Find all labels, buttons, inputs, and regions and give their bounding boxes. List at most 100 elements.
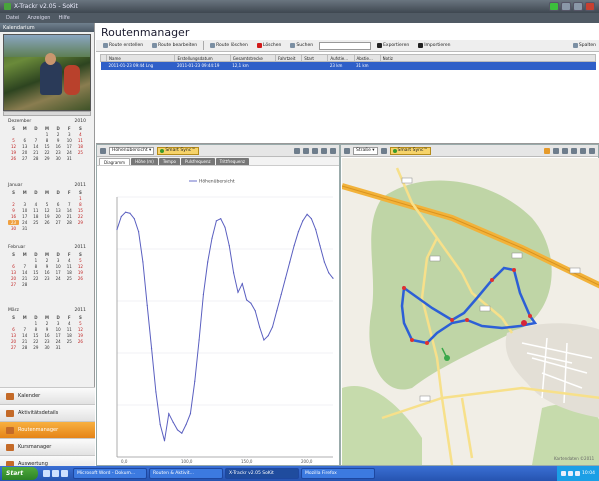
calendar-day[interactable]: 28: [64, 220, 75, 225]
calendar-day[interactable]: 9: [53, 138, 64, 143]
search-button[interactable]: Suchen: [287, 41, 316, 50]
calendar-day[interactable]: 27: [8, 345, 19, 350]
calendar-day[interactable]: 4: [75, 132, 86, 137]
calendar-day[interactable]: 30: [53, 156, 64, 161]
calendar-day[interactable]: 10: [64, 138, 75, 143]
calendar-day[interactable]: 17: [53, 270, 64, 275]
calendar-day[interactable]: 11: [64, 327, 75, 332]
calendar-year[interactable]: 2011: [75, 245, 86, 251]
calendar-day[interactable]: 14: [19, 333, 30, 338]
calendar-day[interactable]: 30: [8, 226, 19, 231]
calendar-day[interactable]: 11: [64, 264, 75, 269]
calendar-day[interactable]: 25: [30, 220, 41, 225]
calendar-day[interactable]: 10: [53, 264, 64, 269]
calendar-day[interactable]: 18: [75, 144, 86, 149]
calendar-day[interactable]: 31: [64, 156, 75, 161]
calendar-day[interactable]: 27: [53, 220, 64, 225]
calendar-day[interactable]: 5: [75, 258, 86, 263]
calendar-day[interactable]: 21: [19, 276, 30, 281]
calendar-month[interactable]: Dezember: [8, 119, 31, 125]
calendar-day[interactable]: 10: [19, 208, 30, 213]
calendar-day[interactable]: 21: [64, 214, 75, 219]
calendar-day[interactable]: 28: [30, 156, 41, 161]
calendar-day[interactable]: 4: [30, 202, 41, 207]
calendar-day[interactable]: 1: [41, 132, 52, 137]
calendar-day[interactable]: 5: [75, 321, 86, 326]
calendar-day[interactable]: 3: [19, 202, 30, 207]
calendar-day[interactable]: 14: [30, 144, 41, 149]
calendar-day[interactable]: 18: [64, 333, 75, 338]
column-header[interactable]: Aufstie...: [327, 54, 355, 62]
search-input[interactable]: [319, 41, 372, 50]
desktop-icon[interactable]: [43, 470, 50, 477]
columns-button[interactable]: Spalten: [570, 41, 599, 50]
close-icon[interactable]: [585, 2, 595, 11]
calendar-day[interactable]: 13: [8, 333, 19, 338]
calendar-day[interactable]: 10: [53, 327, 64, 332]
calendar-day[interactable]: 27: [19, 156, 30, 161]
zoom-out-icon[interactable]: [562, 147, 568, 154]
calendar-day[interactable]: 11: [75, 138, 86, 143]
calendar-day[interactable]: 5: [8, 138, 19, 143]
calendar-day[interactable]: 6: [53, 202, 64, 207]
column-header[interactable]: Abstie...: [353, 54, 381, 62]
expand-icon[interactable]: [330, 147, 336, 154]
column-header[interactable]: Erstellungsdatum: [174, 54, 231, 62]
calendar-day[interactable]: 13: [53, 208, 64, 213]
minimize-icon[interactable]: [561, 2, 571, 11]
calendar-day[interactable]: 7: [19, 264, 30, 269]
remove-route-button[interactable]: Route löschen: [207, 41, 251, 50]
menu-hilfe[interactable]: Hilfe: [58, 15, 69, 21]
calendar-day[interactable]: 25: [64, 276, 75, 281]
calendar-day[interactable]: 1: [30, 258, 41, 263]
calendar-day[interactable]: 6: [19, 138, 30, 143]
calendar-day[interactable]: 17: [64, 144, 75, 149]
print-icon[interactable]: [321, 147, 327, 154]
calendar-day[interactable]: 21: [19, 339, 30, 344]
column-header[interactable]: Fahrtzeit: [275, 54, 303, 62]
zoom-in-icon[interactable]: [553, 147, 559, 154]
delete-button[interactable]: Löschen: [254, 41, 284, 50]
calendar-month[interactable]: März: [8, 308, 19, 314]
column-header[interactable]: Name: [106, 54, 176, 62]
calendar-day[interactable]: 23: [53, 150, 64, 155]
calendar-day[interactable]: 21: [30, 150, 41, 155]
map-type-select[interactable]: Straße ▾: [353, 146, 378, 155]
calendar-day[interactable]: 15: [30, 333, 41, 338]
calendar-day[interactable]: 25: [75, 150, 86, 155]
calendar-day[interactable]: 28: [19, 282, 30, 287]
calendar-day[interactable]: 9: [41, 327, 52, 332]
calendar-day[interactable]: 23: [41, 339, 52, 344]
calendar-day[interactable]: 22: [75, 214, 86, 219]
calendar-day[interactable]: 29: [30, 345, 41, 350]
calendar-day[interactable]: 18: [64, 270, 75, 275]
calendar-day[interactable]: 20: [53, 214, 64, 219]
calendar-day[interactable]: 13: [8, 270, 19, 275]
calendar-day[interactable]: 15: [41, 144, 52, 149]
settings-icon[interactable]: [312, 147, 318, 154]
column-header[interactable]: Start: [301, 54, 329, 62]
calendar-day[interactable]: 17: [19, 214, 30, 219]
edit-route-button[interactable]: Route bearbeiten: [149, 41, 200, 50]
calendar-day[interactable]: 26: [75, 276, 86, 281]
calendar-day[interactable]: 9: [8, 208, 19, 213]
column-header[interactable]: Notiz: [379, 54, 597, 62]
calendar-day[interactable]: 18: [30, 214, 41, 219]
calendar-day[interactable]: 17: [53, 333, 64, 338]
tray-icon[interactable]: [568, 471, 574, 476]
calendar-day[interactable]: 25: [64, 339, 75, 344]
calendar-day[interactable]: 22: [30, 276, 41, 281]
calendar-day[interactable]: 20: [19, 150, 30, 155]
chart-tab[interactable]: Höhe (m): [131, 158, 158, 165]
zoom-out-icon[interactable]: [303, 147, 309, 154]
chart-tab[interactable]: Trittfrequenz: [215, 158, 249, 165]
calendar-day[interactable]: 6: [8, 264, 19, 269]
new-route-button[interactable]: Route erstellen: [100, 41, 146, 50]
calendar-day[interactable]: 24: [64, 150, 75, 155]
calendar-day[interactable]: 28: [19, 345, 30, 350]
task-word[interactable]: Microsoft Word - Dokum...: [73, 468, 147, 479]
calendar-day[interactable]: 8: [30, 327, 41, 332]
refresh-icon[interactable]: [380, 147, 387, 154]
calendar-day[interactable]: 16: [8, 214, 19, 219]
zoom-in-icon[interactable]: [294, 147, 300, 154]
